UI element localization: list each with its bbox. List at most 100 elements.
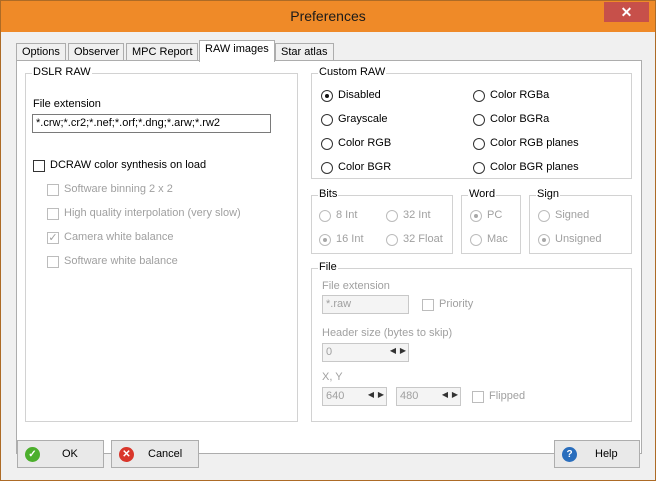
checkmark-icon: ✓ <box>25 447 40 462</box>
radio-32-float[interactable] <box>386 234 398 246</box>
dialog-body: Options Observer MPC Report RAW images S… <box>8 32 648 473</box>
help-icon: ? <box>562 447 577 462</box>
radio-label-color-rgb: Color RGB <box>338 137 392 149</box>
flipped-checkbox[interactable] <box>472 391 484 403</box>
sign-group: Sign Signed Unsigned <box>529 188 632 254</box>
radio-label-color-bgr-planes: Color BGR planes <box>490 161 579 173</box>
checkbox-label-camera-white-balance: Camera white balance <box>64 231 174 243</box>
tab-mpc-report[interactable]: MPC Report <box>126 43 198 60</box>
file-extension-input[interactable]: *.raw <box>322 295 409 314</box>
window-title: Preferences <box>290 8 366 24</box>
y-value: 480 <box>400 390 419 402</box>
word-title: Word <box>468 188 497 200</box>
checkbox-label-software-white-balance: Software white balance <box>64 255 178 267</box>
flipped-label: Flipped <box>489 390 526 402</box>
radio-selected-dot <box>323 238 327 242</box>
tab-observer[interactable]: Observer <box>68 43 124 60</box>
custom-raw-group: Custom RAW Disabled Grayscale Color RGB Col… <box>311 66 632 179</box>
bits-title: Bits <box>318 188 339 200</box>
radio-color-bgr-planes[interactable] <box>473 162 485 174</box>
cancel-icon: ✕ <box>119 447 134 462</box>
checkbox-camera-white-balance[interactable]: ✓ <box>47 232 59 244</box>
radio-color-bgr[interactable] <box>321 162 333 174</box>
x-value: 640 <box>326 390 345 402</box>
checkbox-label-software-binning-2-x-2: Software binning 2 x 2 <box>64 183 173 195</box>
header-size-label: Header size (bytes to skip) <box>322 327 453 339</box>
spin-right-icon[interactable]: ▶ <box>378 390 384 399</box>
radio-32-int[interactable] <box>386 210 398 222</box>
radio-color-rgb[interactable] <box>321 138 333 150</box>
radio-disabled[interactable] <box>321 90 333 102</box>
xy-label: X, Y <box>322 371 343 383</box>
radio-label-color-rgb-planes: Color RGB planes <box>490 137 579 149</box>
radio-label-color-rgba: Color RGBa <box>490 89 550 101</box>
radio-color-bgra[interactable] <box>473 114 485 126</box>
title-bar[interactable]: Preferences ✕ <box>1 1 655 32</box>
cancel-button[interactable]: ✕ Cancel <box>111 440 199 468</box>
radio-label-color-bgra: Color BGRa <box>490 113 550 125</box>
radio-mac[interactable] <box>470 234 482 246</box>
preferences-window: Preferences ✕ Options Observer MPC Repor… <box>0 0 656 481</box>
x-spinner[interactable]: 640 ◀ ▶ <box>322 387 387 406</box>
custom-raw-title: Custom RAW <box>318 66 387 78</box>
dslr-file-extension-label: File extension <box>33 98 101 110</box>
radio-label-grayscale: Grayscale <box>338 113 388 125</box>
radio-label-disabled: Disabled <box>338 89 381 101</box>
spin-left-icon[interactable]: ◀ <box>368 390 374 399</box>
checkbox-software-binning-2-x-2[interactable] <box>47 184 59 196</box>
radio-color-rgba[interactable] <box>473 90 485 102</box>
bits-group: Bits 8 Int 32 Int 16 Int 32 Float <box>311 188 453 254</box>
ok-button[interactable]: ✓ OK <box>17 440 104 468</box>
dslr-file-extension-input[interactable]: *.crw;*.cr2;*.nef;*.orf;*.dng;*.arw;*.rw… <box>32 114 271 133</box>
spin-right-icon[interactable]: ▶ <box>400 346 406 355</box>
ok-label: OK <box>62 448 78 460</box>
file-group: File File extension *.raw Priority Heade… <box>311 261 632 422</box>
priority-checkbox[interactable] <box>422 299 434 311</box>
radio-label-color-bgr: Color BGR <box>338 161 392 173</box>
radio-color-rgb-planes[interactable] <box>473 138 485 150</box>
radio-signed[interactable] <box>538 210 550 222</box>
radio-selected-dot <box>474 214 478 218</box>
checkbox-software-white-balance[interactable] <box>47 256 59 268</box>
tab-options[interactable]: Options <box>16 43 66 60</box>
radio-label-mac: Mac <box>487 233 508 245</box>
radio-label-unsigned: Unsigned <box>555 233 602 245</box>
spin-left-icon[interactable]: ◀ <box>442 390 448 399</box>
cancel-label: Cancel <box>148 448 183 460</box>
checkbox-label-high-quality-interpolation-very-slow: High quality interpolation (very slow) <box>64 207 241 219</box>
file-title: File <box>318 261 338 273</box>
radio-8-int[interactable] <box>319 210 331 222</box>
radio-unsigned[interactable] <box>538 234 550 246</box>
tab-star-atlas[interactable]: Star atlas <box>275 43 334 60</box>
help-label: Help <box>595 448 618 460</box>
header-size-spinner[interactable]: 0 ◀ ▶ <box>322 343 409 362</box>
close-button[interactable]: ✕ <box>604 2 649 22</box>
radio-16-int[interactable] <box>319 234 331 246</box>
radio-selected-dot <box>542 238 546 242</box>
radio-label-16-int: 16 Int <box>336 233 364 245</box>
radio-label-signed: Signed <box>555 209 590 221</box>
word-group: Word PC Mac <box>461 188 521 254</box>
dslr-raw-group: DSLR RAW File extension *.crw;*.cr2;*.ne… <box>25 66 298 422</box>
radio-label-pc: PC <box>487 209 503 221</box>
checkbox-high-quality-interpolation-very-slow[interactable] <box>47 208 59 220</box>
tab-raw-images[interactable]: RAW images <box>199 40 275 62</box>
header-size-value: 0 <box>326 346 333 358</box>
radio-label-8-int: 8 Int <box>336 209 358 221</box>
radio-grayscale[interactable] <box>321 114 333 126</box>
radio-selected-dot <box>325 94 329 98</box>
dslr-raw-title: DSLR RAW <box>32 66 92 78</box>
dcraw-checkbox[interactable] <box>33 160 45 172</box>
sign-title: Sign <box>536 188 561 200</box>
priority-label: Priority <box>439 298 474 310</box>
y-spinner[interactable]: 480 ◀ ▶ <box>396 387 461 406</box>
dcraw-label: DCRAW color synthesis on load <box>50 159 207 171</box>
radio-pc[interactable] <box>470 210 482 222</box>
spin-left-icon[interactable]: ◀ <box>390 346 396 355</box>
raw-images-panel: DSLR RAW File extension *.crw;*.cr2;*.ne… <box>16 60 642 454</box>
help-button[interactable]: ? Help <box>554 440 640 468</box>
file-extension-label: File extension <box>322 280 390 292</box>
radio-label-32-float: 32 Float <box>403 233 443 245</box>
spin-right-icon[interactable]: ▶ <box>452 390 458 399</box>
radio-label-32-int: 32 Int <box>403 209 431 221</box>
